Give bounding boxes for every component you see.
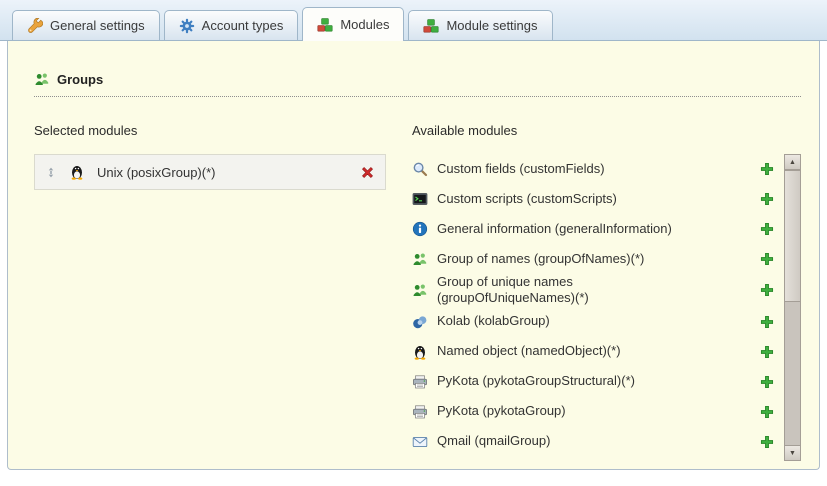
scrollbar-track[interactable] <box>785 170 800 445</box>
add-module-button[interactable] <box>760 405 774 419</box>
module-label: Qmail (qmailGroup) <box>437 433 550 449</box>
info-icon <box>412 221 428 237</box>
module-label: Custom fields (customFields) <box>437 161 605 177</box>
available-module-row: Qmail (qmailGroup) <box>412 427 784 457</box>
add-module-button[interactable] <box>760 222 774 236</box>
printer-icon <box>412 374 428 390</box>
add-module-button[interactable] <box>760 162 774 176</box>
module-label: PyKota (pykotaGroupStructural)(*) <box>437 373 635 389</box>
available-modules-heading: Available modules <box>412 123 801 138</box>
tab-account-types[interactable]: Account types <box>164 10 299 40</box>
module-label: Kolab (kolabGroup) <box>437 313 550 329</box>
add-module-button[interactable] <box>760 283 774 297</box>
module-label: Group of unique names (groupOfUniqueName… <box>437 274 699 307</box>
drag-handle[interactable] <box>45 166 57 179</box>
module-label: Custom scripts (customScripts) <box>437 191 617 207</box>
module-label: PyKota (pykotaGroup) <box>437 403 566 419</box>
scroll-up-button[interactable]: ▲ <box>785 155 800 170</box>
scrollbar-thumb[interactable] <box>785 170 800 302</box>
script-icon <box>412 191 428 207</box>
selected-modules-list: Unix (posixGroup)(*) <box>34 154 386 190</box>
add-module-button[interactable] <box>760 315 774 329</box>
scrollbar[interactable]: ▲ ▼ <box>784 154 801 461</box>
selected-module-row: Unix (posixGroup)(*) <box>34 154 386 190</box>
available-module-row: PyKota (pykotaGroupStructural)(*) <box>412 367 784 397</box>
mail-icon <box>412 434 428 450</box>
gear-icon <box>179 18 195 34</box>
tux-icon <box>69 164 85 180</box>
remove-module-button[interactable] <box>360 165 375 180</box>
group-icon <box>412 282 428 298</box>
module-label: General information (generalInformation) <box>437 221 672 237</box>
available-module-row: Group of unique names (groupOfUniqueName… <box>412 274 784 307</box>
modules-columns: Selected modules Unix (posixGroup)(*) Av… <box>34 123 801 461</box>
add-module-button[interactable] <box>760 192 774 206</box>
module-label: Unix (posixGroup)(*) <box>97 165 348 180</box>
available-modules-section: Available modules Custom fields (customF… <box>412 123 801 461</box>
available-module-row: PyKota (pykotaGroup) <box>412 397 784 427</box>
section-header: Groups <box>34 71 801 97</box>
modules-icon <box>317 17 333 33</box>
kolab-icon <box>412 314 428 330</box>
available-module-row: Custom fields (customFields) <box>412 154 784 184</box>
add-module-button[interactable] <box>760 435 774 449</box>
tab-label: Account types <box>202 18 284 33</box>
tab-module-settings[interactable]: Module settings <box>408 10 552 40</box>
available-module-row: Named object (namedObject)(*) <box>412 337 784 367</box>
tab-modules[interactable]: Modules <box>302 7 404 41</box>
content-panel: Groups Selected modules Unix (posixGroup… <box>7 41 820 470</box>
selected-modules-section: Selected modules Unix (posixGroup)(*) <box>34 123 386 461</box>
tab-label: Modules <box>340 17 389 32</box>
scroll-down-button[interactable]: ▼ <box>785 445 800 460</box>
magnifier-icon <box>412 161 428 177</box>
selected-modules-heading: Selected modules <box>34 123 386 138</box>
available-module-row: Kolab (kolabGroup) <box>412 307 784 337</box>
group-icon <box>412 251 428 267</box>
tab-general-settings[interactable]: General settings <box>12 10 160 40</box>
available-module-row: General information (generalInformation) <box>412 214 784 244</box>
tab-bar: General settings Account types Modules M… <box>0 0 827 41</box>
add-module-button[interactable] <box>760 375 774 389</box>
available-modules-body: Custom fields (customFields) Custom scri… <box>412 154 801 461</box>
available-module-row: Custom scripts (customScripts) <box>412 184 784 214</box>
tux-icon <box>412 344 428 360</box>
tab-label: Module settings <box>446 18 537 33</box>
add-module-button[interactable] <box>760 345 774 359</box>
available-modules-list: Custom fields (customFields) Custom scri… <box>412 154 784 457</box>
module-label: Named object (namedObject)(*) <box>437 343 621 359</box>
tab-label: General settings <box>50 18 145 33</box>
modules-icon <box>423 18 439 34</box>
group-icon <box>34 71 50 87</box>
section-title: Groups <box>57 72 103 87</box>
add-module-button[interactable] <box>760 252 774 266</box>
printer-icon <box>412 404 428 420</box>
module-label: Group of names (groupOfNames)(*) <box>437 251 644 267</box>
wrench-icon <box>27 18 43 34</box>
available-module-row: Group of names (groupOfNames)(*) <box>412 244 784 274</box>
